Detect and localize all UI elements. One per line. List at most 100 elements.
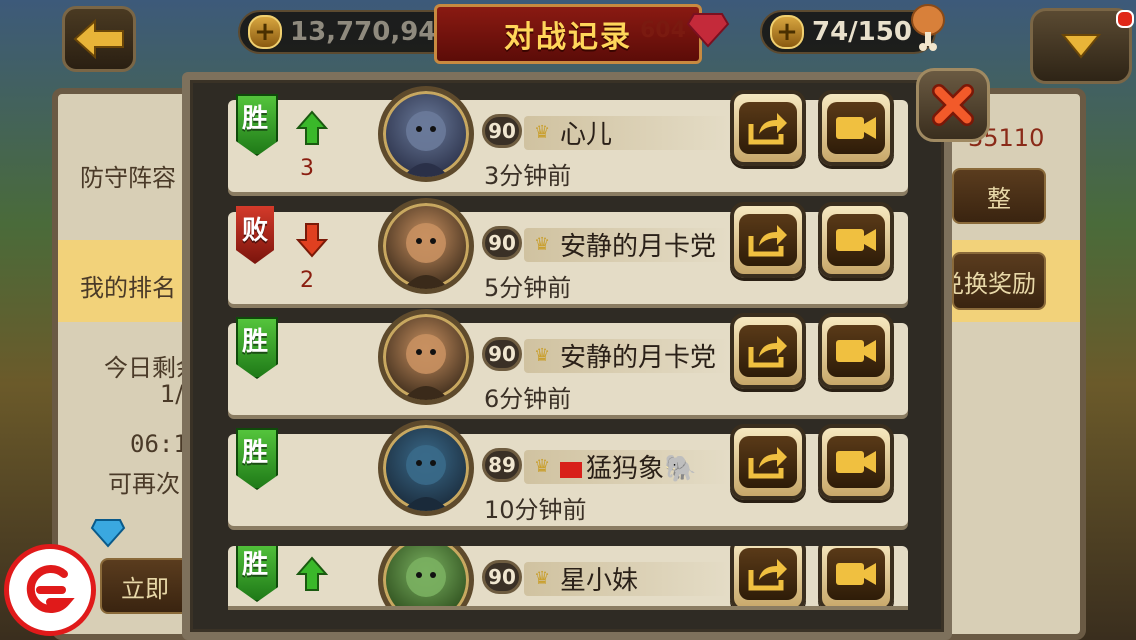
hero-portrait-icon [403, 111, 449, 177]
hero-portrait-icon [406, 557, 446, 597]
share-button[interactable] [730, 424, 806, 500]
player-name: 安静的月卡党 [560, 337, 716, 374]
video-camera-icon [836, 563, 876, 585]
top-bar: + 13,770,940 对战记录 604 + 74/150 [0, 0, 1136, 84]
replay-button[interactable] [818, 202, 894, 278]
hero-portrait-icon [403, 334, 449, 400]
back-arrow-icon [73, 19, 124, 59]
stamina-amount: 74/150 [812, 17, 912, 47]
elephant-icon: 🐘 [664, 454, 697, 484]
add-stamina-button[interactable]: + [770, 15, 804, 49]
time-ago: 10分钟前 [484, 496, 587, 524]
player-level: 90 [482, 226, 522, 260]
diamond-icon [90, 519, 126, 548]
share-icon [748, 113, 787, 145]
adjust-lineup-label: 整 [987, 184, 1011, 213]
app-logo-icon [26, 565, 75, 613]
replay-button[interactable] [818, 90, 894, 166]
opponent-avatar[interactable] [378, 86, 474, 182]
player-level: 90 [482, 337, 522, 371]
exchange-reward-button[interactable]: 兑换奖励 [952, 252, 1046, 310]
video-camera-icon [836, 451, 876, 473]
hero-portrait-icon [403, 445, 449, 511]
opponent-avatar[interactable] [378, 546, 474, 606]
hero-portrait-icon [403, 223, 449, 289]
instant-button[interactable]: 立即 [100, 558, 190, 614]
result-label: 败 [241, 216, 268, 246]
player-name-text: 星小妹 [560, 566, 639, 596]
replay-button[interactable] [818, 313, 894, 389]
result-label: 胜 [241, 104, 268, 134]
result-badge: 胜 [236, 546, 278, 602]
remaining-count: 1/ [160, 380, 184, 408]
replay-button[interactable] [818, 546, 894, 606]
record-row: 败 2 90 ♛ 安静的月卡党 5分钟前 [228, 198, 908, 304]
record-row: 胜 90 ♛ 安静的月卡党 6分钟前 [228, 309, 908, 415]
opponent-avatar[interactable] [378, 198, 474, 294]
video-camera-icon [836, 340, 876, 362]
china-flag-icon [560, 461, 582, 478]
instant-button-label: 立即 [121, 574, 169, 603]
share-button[interactable] [730, 546, 806, 606]
page-title: 对战记录 [504, 20, 632, 55]
share-icon [748, 336, 787, 368]
close-icon [932, 84, 974, 126]
gem-amount: 604 [640, 18, 686, 43]
notification-dot [1116, 10, 1134, 28]
rank-up-icon [296, 556, 328, 591]
player-level: 90 [482, 560, 522, 594]
share-button[interactable] [730, 90, 806, 166]
app-logo [4, 544, 96, 636]
result-label: 胜 [241, 438, 268, 468]
vip-icon: ♛ [534, 568, 551, 589]
back-button[interactable] [62, 6, 136, 72]
video-camera-icon [836, 117, 876, 139]
player-level: 89 [482, 448, 522, 482]
share-icon [748, 559, 787, 591]
defense-lineup-label: 防守阵容 [80, 164, 176, 192]
vip-icon: ♛ [534, 345, 551, 366]
adjust-lineup-button[interactable]: 整 [952, 168, 1046, 224]
player-name: 心儿 [560, 114, 612, 151]
opponent-avatar[interactable] [378, 309, 474, 405]
share-icon [748, 447, 787, 479]
exchange-reward-label: 兑换奖励 [954, 269, 1036, 298]
player-name-text: 安静的月卡党 [560, 232, 717, 262]
drumstick-icon [911, 4, 945, 51]
player-name-text: 心儿 [560, 120, 613, 150]
add-gold-button[interactable]: + [248, 15, 282, 49]
video-camera-icon [836, 229, 876, 251]
player-name: 安静的月卡党 [560, 226, 716, 263]
player-name: 星小妹 [560, 560, 638, 597]
record-row: 胜 89 ♛ 猛犸象🐘 10分钟前 [228, 420, 908, 526]
vip-icon: ♛ [534, 122, 551, 143]
time-ago: 6分钟前 [484, 385, 572, 413]
result-badge: 胜 [236, 428, 278, 490]
result-badge: 胜 [236, 94, 278, 156]
gold-amount: 13,770,940 [290, 17, 455, 47]
gem-icon [686, 13, 730, 48]
name-bar [524, 116, 730, 150]
result-label: 胜 [241, 327, 268, 357]
rank-up-icon [296, 110, 328, 145]
player-name: 猛犸象🐘 [560, 448, 696, 485]
rank-change: 3 [300, 156, 314, 181]
share-button[interactable] [730, 313, 806, 389]
chevron-down-icon [1061, 34, 1101, 59]
vip-icon: ♛ [534, 234, 551, 255]
challenge-again-label: 可再次 [108, 470, 180, 498]
cooldown-timer: 06:1 [130, 430, 188, 458]
rank-change: 2 [300, 268, 314, 293]
share-icon [748, 225, 787, 257]
result-badge: 胜 [236, 317, 278, 379]
record-row: 胜 90 ♛ 星小妹 [228, 546, 908, 606]
player-name-text: 猛犸象 [586, 454, 665, 484]
share-button[interactable] [730, 202, 806, 278]
replay-button[interactable] [818, 424, 894, 500]
close-button[interactable] [916, 68, 990, 142]
player-level: 90 [482, 114, 522, 148]
opponent-avatar[interactable] [378, 420, 474, 516]
result-badge: 败 [236, 206, 274, 264]
vip-icon: ♛ [534, 456, 551, 477]
rank-down-icon [296, 223, 328, 258]
